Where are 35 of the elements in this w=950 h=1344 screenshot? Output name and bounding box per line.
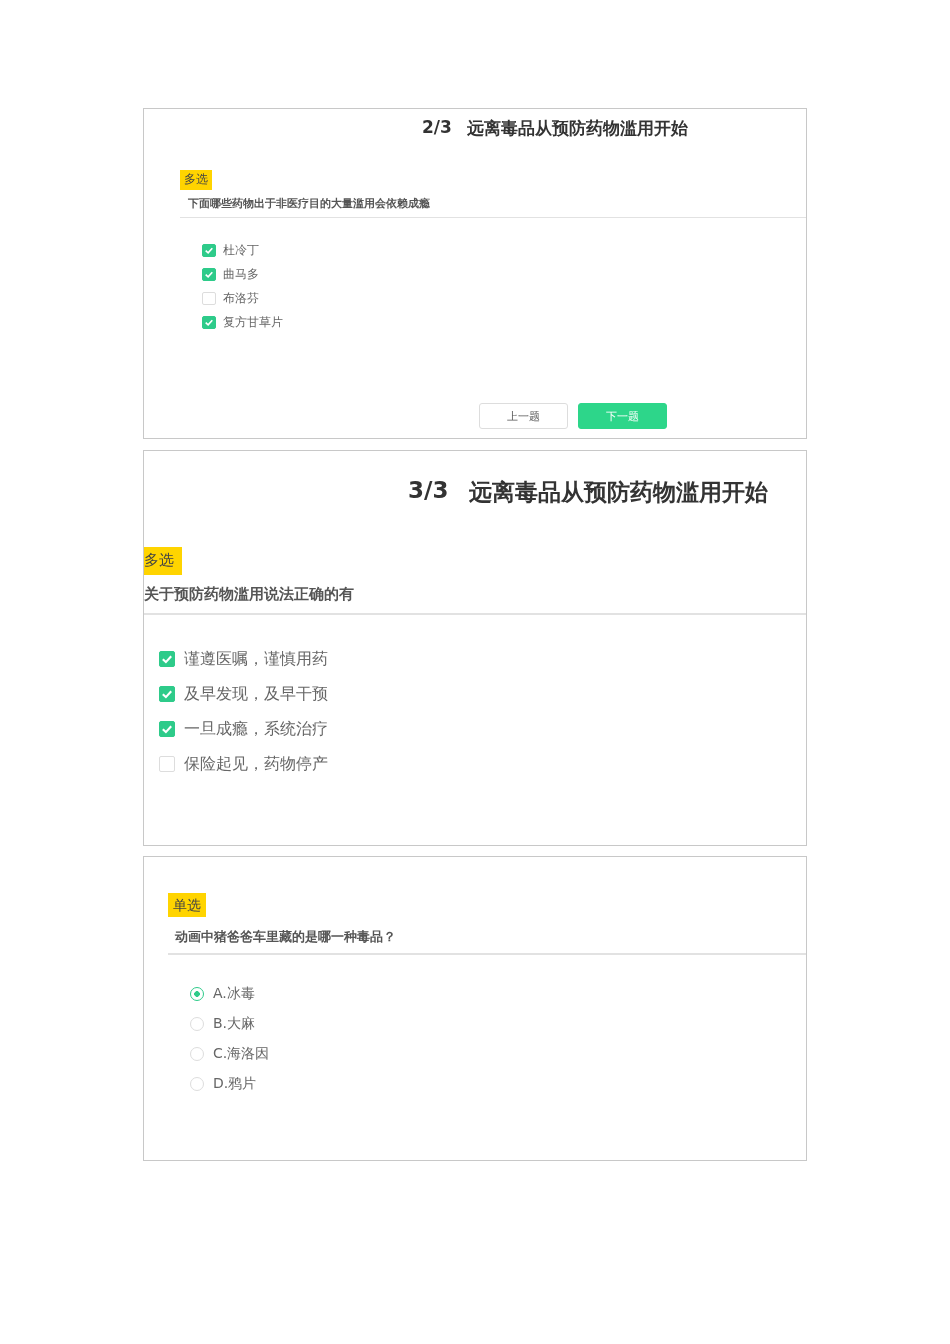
checkbox[interactable] bbox=[202, 267, 216, 281]
option-label[interactable]: 曲马多 bbox=[223, 265, 259, 283]
option-label[interactable]: 谨遵医嘱，谨慎用药 bbox=[184, 648, 328, 670]
option-label[interactable]: 杜冷丁 bbox=[223, 241, 259, 259]
question-number: 2/3 bbox=[422, 117, 452, 139]
checkbox[interactable] bbox=[159, 651, 175, 667]
radio-button[interactable] bbox=[190, 1047, 204, 1062]
previous-button[interactable]: 上一题 bbox=[479, 403, 568, 429]
radio-button[interactable] bbox=[190, 1017, 204, 1032]
option-label[interactable]: C.海洛因 bbox=[213, 1045, 270, 1064]
radio-button[interactable] bbox=[190, 1077, 204, 1092]
option-label[interactable]: 复方甘草片 bbox=[223, 313, 283, 331]
option-label[interactable]: 及早发现，及早干预 bbox=[184, 683, 328, 705]
question-text: 动画中猪爸爸车里藏的是哪一种毒品？ bbox=[174, 928, 397, 947]
checkbox[interactable] bbox=[159, 686, 175, 702]
question-text: 关于预防药物滥用说法正确的有 bbox=[144, 584, 355, 604]
option-label[interactable]: 保险起见，药物停产 bbox=[184, 753, 328, 775]
question-type-tag: 单选 bbox=[168, 893, 206, 918]
checkbox[interactable] bbox=[202, 291, 216, 305]
radio-button[interactable] bbox=[190, 987, 204, 1002]
option-label[interactable]: D.鸦片 bbox=[213, 1075, 257, 1094]
question-type-tag: 多选 bbox=[180, 170, 212, 190]
question-text: 下面哪些药物出于非医疗目的大量滥用会依赖成瘾 bbox=[187, 195, 431, 211]
checkbox[interactable] bbox=[159, 721, 175, 737]
option-label[interactable]: A.冰毒 bbox=[213, 985, 255, 1004]
option-label[interactable]: B.大麻 bbox=[213, 1015, 256, 1034]
question-number: 3/3 bbox=[408, 477, 449, 505]
checkbox[interactable] bbox=[159, 756, 175, 772]
question-type-tag: 多选 bbox=[144, 547, 182, 575]
option-label[interactable]: 布洛芬 bbox=[223, 289, 259, 307]
checkbox[interactable] bbox=[202, 243, 216, 257]
quiz-title: 远离毒品从预防药物滥用开始 bbox=[469, 478, 769, 507]
checkbox[interactable] bbox=[202, 315, 216, 329]
option-label[interactable]: 一旦成瘾，系统治疗 bbox=[184, 718, 328, 740]
quiz-title: 远离毒品从预防药物滥用开始 bbox=[467, 117, 689, 140]
